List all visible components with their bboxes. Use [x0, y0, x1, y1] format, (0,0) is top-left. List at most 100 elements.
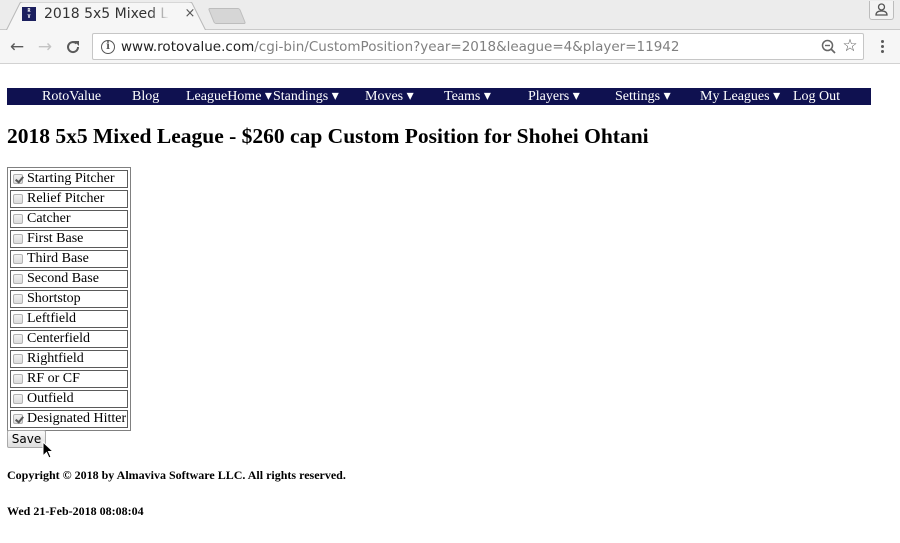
arrow-left-icon: ←: [9, 37, 25, 57]
position-checkbox[interactable]: [13, 374, 23, 384]
page-title: 2018 5x5 Mixed League - $260 cap Custom …: [7, 124, 649, 148]
position-label: Designated Hitter: [27, 411, 127, 426]
arrow-right-icon: →: [37, 37, 53, 57]
position-cell: Outfield: [10, 390, 129, 408]
position-cell: Second Base: [10, 270, 129, 288]
position-label: Catcher: [27, 211, 71, 226]
position-option[interactable]: Centerfield: [13, 331, 126, 347]
nav-settings[interactable]: Settings ▾: [615, 88, 671, 105]
address-bar[interactable]: i www.rotovalue.com/cgi-bin/CustomPositi…: [92, 33, 864, 60]
site-navbar: RotoValue Blog LeagueHome ▾ Standings ▾ …: [7, 88, 871, 105]
reload-button[interactable]: [62, 37, 84, 57]
nav-teams[interactable]: Teams ▾: [444, 88, 491, 105]
position-row: Starting Pitcher: [10, 170, 129, 188]
position-label: RF or CF: [27, 371, 80, 386]
nav-standings[interactable]: Standings ▾: [273, 88, 339, 105]
position-cell: Designated Hitter: [10, 410, 129, 428]
position-label: Relief Pitcher: [27, 191, 105, 206]
nav-players[interactable]: Players ▾: [528, 88, 580, 105]
browser-toolbar: ← → i www.rotovalue.com/cgi-bin/CustomPo…: [0, 30, 900, 64]
forward-button[interactable]: →: [34, 37, 56, 57]
zoom-out-icon[interactable]: [820, 38, 838, 56]
back-button[interactable]: ←: [6, 37, 28, 57]
position-row: Second Base: [10, 270, 129, 288]
profile-button[interactable]: [869, 1, 894, 20]
position-cell: Third Base: [10, 250, 129, 268]
position-checkbox[interactable]: [13, 414, 23, 424]
position-option[interactable]: Third Base: [13, 251, 126, 267]
position-option[interactable]: Starting Pitcher: [13, 171, 126, 187]
position-row: Leftfield: [10, 310, 129, 328]
mouse-cursor-icon: [42, 441, 54, 459]
position-label: Third Base: [27, 251, 89, 266]
position-row: First Base: [10, 230, 129, 248]
position-label: Leftfield: [27, 311, 76, 326]
url-path: /cgi-bin/CustomPosition?year=2018&league…: [254, 39, 680, 55]
save-button[interactable]: Save: [7, 430, 46, 448]
position-option[interactable]: First Base: [13, 231, 126, 247]
position-option[interactable]: Outfield: [13, 391, 126, 407]
person-icon: [875, 3, 888, 16]
position-row: Designated Hitter: [10, 410, 129, 428]
position-checkbox[interactable]: [13, 314, 23, 324]
site-favicon: RV: [22, 7, 36, 21]
position-checkbox[interactable]: [13, 354, 23, 364]
nav-log-out[interactable]: Log Out: [793, 88, 840, 105]
position-label: Rightfield: [27, 351, 84, 366]
position-label: Second Base: [27, 271, 99, 286]
position-cell: Centerfield: [10, 330, 129, 348]
position-checkbox[interactable]: [13, 254, 23, 264]
position-option[interactable]: Shortstop: [13, 291, 126, 307]
page-timestamp: Wed 21-Feb-2018 08:08:04: [7, 504, 144, 518]
position-cell: First Base: [10, 230, 129, 248]
url-host: www.rotovalue.com: [121, 39, 255, 55]
position-option[interactable]: Second Base: [13, 271, 126, 287]
browser-menu-icon[interactable]: [873, 38, 891, 56]
position-option[interactable]: Rightfield: [13, 351, 126, 367]
nav-leaguehome[interactable]: LeagueHome ▾: [186, 88, 272, 105]
position-row: Outfield: [10, 390, 129, 408]
tab-title[interactable]: 2018 5x5 Mixed League - $260 cap Custom …: [44, 6, 169, 24]
url-text[interactable]: www.rotovalue.com/cgi-bin/CustomPosition…: [121, 38, 679, 56]
copyright-text: Copyright © 2018 by Almaviva Software LL…: [7, 468, 346, 482]
new-tab-button[interactable]: [207, 8, 247, 24]
position-option[interactable]: RF or CF: [13, 371, 126, 387]
position-label: Outfield: [27, 391, 74, 406]
position-label: Centerfield: [27, 331, 90, 346]
position-row: Third Base: [10, 250, 129, 268]
nav-moves[interactable]: Moves ▾: [365, 88, 414, 105]
position-checkbox[interactable]: [13, 234, 23, 244]
position-option[interactable]: Catcher: [13, 211, 126, 227]
position-checkbox[interactable]: [13, 214, 23, 224]
position-checkbox[interactable]: [13, 394, 23, 404]
position-cell: Shortstop: [10, 290, 129, 308]
position-checkbox[interactable]: [13, 174, 23, 184]
bookmark-star-icon[interactable]: ☆: [841, 36, 859, 56]
position-row: Rightfield: [10, 350, 129, 368]
browser-tabstrip: RV 2018 5x5 Mixed League - $260 cap Cust…: [0, 0, 900, 31]
position-table: Starting Pitcher Relief Pitcher Catcher Fir…: [7, 167, 132, 431]
nav-blog[interactable]: Blog: [132, 88, 159, 105]
nav-my-leagues[interactable]: My Leagues ▾: [700, 88, 780, 105]
position-row: Catcher: [10, 210, 129, 228]
position-checkbox[interactable]: [13, 334, 23, 344]
info-icon[interactable]: i: [101, 40, 115, 54]
position-checkbox[interactable]: [13, 274, 23, 284]
position-row: Shortstop: [10, 290, 129, 308]
position-cell: Starting Pitcher: [10, 170, 129, 188]
reload-icon: [67, 41, 80, 54]
position-cell: Catcher: [10, 210, 129, 228]
position-option[interactable]: Designated Hitter: [13, 411, 126, 427]
position-cell: Rightfield: [10, 350, 129, 368]
position-row: RF or CF: [10, 370, 129, 388]
position-cell: RF or CF: [10, 370, 129, 388]
position-option[interactable]: Leftfield: [13, 311, 126, 327]
position-checkbox[interactable]: [13, 194, 23, 204]
nav-rotovalue[interactable]: RotoValue: [42, 88, 101, 105]
position-label: Shortstop: [27, 291, 81, 306]
position-row: Relief Pitcher: [10, 190, 129, 208]
position-row: Centerfield: [10, 330, 129, 348]
position-option[interactable]: Relief Pitcher: [13, 191, 126, 207]
position-checkbox[interactable]: [13, 294, 23, 304]
close-tab-icon[interactable]: ×: [183, 6, 197, 22]
